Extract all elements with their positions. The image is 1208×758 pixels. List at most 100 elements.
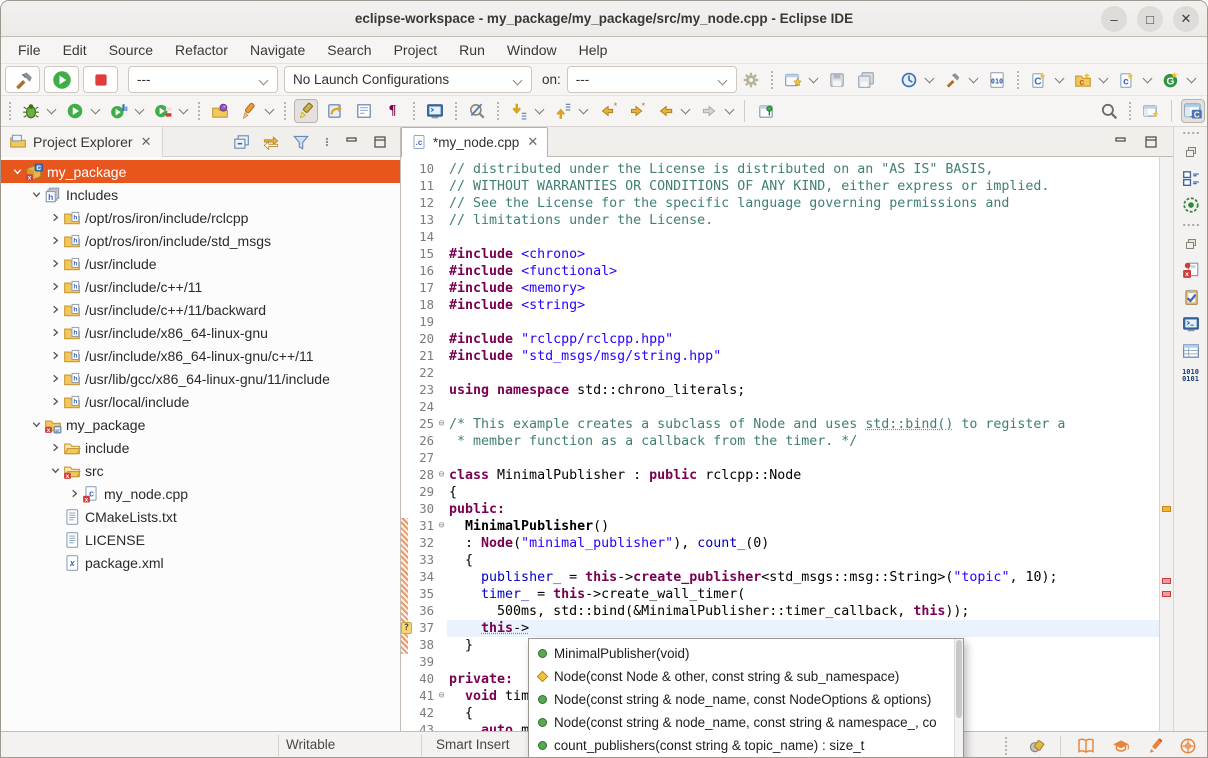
problems-icon[interactable]: x	[1182, 261, 1200, 279]
overview-mark[interactable]	[1162, 578, 1171, 584]
tree-item-includes[interactable]: hIncludes	[1, 183, 400, 206]
expanded-arrow-icon[interactable]	[28, 417, 44, 433]
highlighter-icon[interactable]	[294, 99, 318, 123]
close-tab-icon[interactable]: ✕	[527, 134, 538, 150]
write-access-icon[interactable]	[1027, 737, 1045, 755]
tree-item-my-package[interactable]: Cxmy_package	[1, 160, 400, 183]
external-tools-icon[interactable]	[897, 68, 921, 92]
completion-item[interactable]: count_publishers(const string & topic_na…	[529, 734, 954, 757]
gear-icon[interactable]	[739, 68, 763, 92]
import-folder-icon[interactable]	[208, 99, 232, 123]
properties-icon[interactable]	[1182, 342, 1200, 360]
popup-scrollbar[interactable]	[954, 639, 963, 758]
forward-gray-icon[interactable]	[697, 99, 721, 123]
profile-icon[interactable]	[107, 99, 131, 123]
tree-item--usr-include-x86-64-linux-gnu[interactable]: h/usr/include/x86_64-linux-gnu	[1, 321, 400, 344]
menu-file[interactable]: File	[7, 42, 52, 58]
open-declaration-icon[interactable]	[323, 99, 347, 123]
tree-item--usr-lib-gcc-x86-64-linux-gnu-11-include[interactable]: h/usr/lib/gcc/x86_64-linux-gnu/11/includ…	[1, 367, 400, 390]
view-menu-icon[interactable]	[322, 133, 332, 151]
menu-run[interactable]: Run	[448, 42, 496, 58]
link-editor-icon[interactable]	[262, 133, 280, 151]
project-explorer-tab[interactable]: Project Explorer ✕	[1, 127, 163, 157]
back-star-icon[interactable]: *	[595, 99, 619, 123]
editor-tab-my-node[interactable]: .c *my_node.cpp ✕	[401, 127, 548, 157]
run-play-button[interactable]	[44, 66, 79, 93]
memory-icon[interactable]: 10100101	[1182, 369, 1199, 383]
collapsed-arrow-icon[interactable]	[47, 302, 63, 318]
tree-item-cmakelists-txt[interactable]: CMakeLists.txt	[1, 505, 400, 528]
overview-mark[interactable]	[1162, 506, 1171, 512]
forward-star-icon[interactable]: *	[624, 99, 648, 123]
collapsed-arrow-icon[interactable]	[47, 440, 63, 456]
tree-item--opt-ros-iron-include-std-msgs[interactable]: h/opt/ros/iron/include/std_msgs	[1, 229, 400, 252]
collapse-all-icon[interactable]	[232, 133, 250, 151]
dropdown-chevron-icon[interactable]	[177, 99, 189, 123]
build-all-icon[interactable]	[941, 68, 965, 92]
last-edit-icon[interactable]	[507, 99, 531, 123]
collapsed-arrow-icon[interactable]	[47, 210, 63, 226]
new-wizard-icon[interactable]	[781, 68, 805, 92]
dropdown-chevron-icon[interactable]	[968, 68, 980, 92]
collapsed-arrow-icon[interactable]	[47, 348, 63, 364]
tree-item-my-package[interactable]: xmy_package	[1, 413, 400, 436]
save-icon[interactable]	[825, 68, 849, 92]
expanded-arrow-icon[interactable]	[9, 164, 25, 180]
show-block-icon[interactable]	[352, 99, 376, 123]
close-view-icon[interactable]: ✕	[141, 134, 152, 150]
fold-marker-icon[interactable]: ⊖	[436, 688, 447, 705]
menu-help[interactable]: Help	[568, 42, 619, 58]
tree-item--opt-ros-iron-include-rclcpp[interactable]: h/opt/ros/iron/include/rclcpp	[1, 206, 400, 229]
marker-pen-icon[interactable]	[237, 99, 261, 123]
dropdown-chevron-icon[interactable]	[808, 68, 820, 92]
restore-icon[interactable]	[1183, 236, 1199, 252]
overview-ruler[interactable]	[1159, 157, 1173, 731]
menu-window[interactable]: Window	[496, 42, 568, 58]
tree-item--usr-include-x86-64-linux-gnu-c-11[interactable]: h/usr/include/x86_64-linux-gnu/c++/11	[1, 344, 400, 367]
new-fortran-icon[interactable]: G	[1159, 68, 1183, 92]
goto-line-icon[interactable]	[551, 99, 575, 123]
layout-views-icon[interactable]	[1182, 169, 1200, 187]
menu-refactor[interactable]: Refactor	[164, 42, 239, 58]
save-all-icon[interactable]	[854, 68, 878, 92]
collapsed-arrow-icon[interactable]	[47, 394, 63, 410]
fold-marker-icon[interactable]: ⊖	[436, 518, 447, 535]
tree-item-src[interactable]: xsrc	[1, 459, 400, 482]
completion-item[interactable]: Node(const string & node_name, const Nod…	[529, 688, 954, 711]
tips-book-icon[interactable]	[1076, 737, 1096, 755]
restore-icon[interactable]	[1183, 144, 1199, 160]
fold-marker-icon[interactable]: ⊖	[436, 416, 447, 433]
completion-item[interactable]: Node(const string & node_name, const str…	[529, 711, 954, 734]
tree-item--usr-include-c-11[interactable]: h/usr/include/c++/11	[1, 275, 400, 298]
dropdown-chevron-icon[interactable]	[263, 99, 275, 123]
dropdown-chevron-icon[interactable]	[577, 99, 589, 123]
build-config-select[interactable]: ---	[128, 66, 278, 93]
close-button[interactable]: ✕	[1173, 6, 1199, 32]
console-icon[interactable]	[423, 99, 447, 123]
back-icon[interactable]	[653, 99, 677, 123]
expanded-arrow-icon[interactable]	[28, 187, 44, 203]
console-view-icon[interactable]	[1182, 315, 1200, 333]
overview-mark[interactable]	[1162, 591, 1171, 597]
dropdown-chevron-icon[interactable]	[533, 99, 545, 123]
build-hammer-button[interactable]	[5, 66, 40, 93]
completion-item[interactable]: MinimalPublisher(void)	[529, 642, 954, 665]
launch-target-select[interactable]: ---	[567, 66, 737, 93]
run-circle-icon[interactable]	[63, 99, 87, 123]
search-occurrences-icon[interactable]	[465, 99, 489, 123]
maximize-icon[interactable]	[372, 134, 388, 150]
open-perspective-icon[interactable]	[1139, 99, 1163, 123]
tree-item-license[interactable]: LICENSE	[1, 528, 400, 551]
collapsed-arrow-icon[interactable]	[47, 233, 63, 249]
tree-item-my-node-cpp[interactable]: cxmy_node.cpp	[1, 482, 400, 505]
launch-config-select[interactable]: No Launch Configurations	[284, 66, 532, 93]
dropdown-chevron-icon[interactable]	[1098, 68, 1110, 92]
new-c-class-icon[interactable]: c	[1115, 68, 1139, 92]
tree-item-include[interactable]: include	[1, 436, 400, 459]
tree-item--usr-local-include[interactable]: h/usr/local/include	[1, 390, 400, 413]
titlebar[interactable]: eclipse-workspace - my_package/my_packag…	[1, 1, 1207, 37]
minimize-icon[interactable]	[344, 134, 360, 150]
dropdown-chevron-icon[interactable]	[679, 99, 691, 123]
minimize-button[interactable]: –	[1101, 6, 1127, 32]
pin-editor-icon[interactable]	[754, 99, 778, 123]
